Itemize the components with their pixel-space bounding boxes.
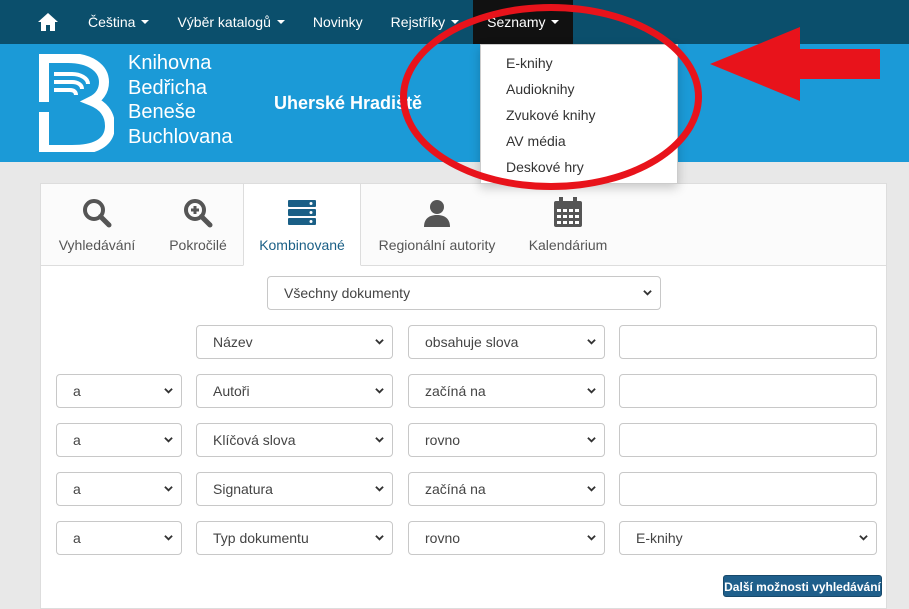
library-name-line: Beneše [128,101,196,123]
search-tabs: Vyhledávání Pokročilé Kombinované Region… [41,183,886,266]
condition-select-value: začíná na [425,383,486,399]
calendar-icon [554,197,582,227]
chevron-down-icon [375,535,384,541]
chevron-down-icon [164,388,173,394]
operator-select-value: a [73,530,81,546]
user-icon [424,200,450,227]
field-select-value: Typ dokumentu [213,530,309,546]
chevron-down-icon [164,486,173,492]
search-panel: Vyhledávání Pokročilé Kombinované Region… [40,183,887,609]
nav-catalog-label: Výběr katalogů [177,14,271,30]
nav-catalog-select[interactable]: Výběr katalogů [163,0,298,44]
search-icon [83,199,112,228]
tab-simple-search[interactable]: Vyhledávání [41,184,153,266]
chevron-down-icon [375,388,384,394]
search-term-input[interactable] [619,325,877,359]
condition-select[interactable]: začíná na [408,374,605,408]
zoom-in-icon [184,199,213,228]
tab-calendar[interactable]: Kalendárium [513,184,623,266]
chevron-down-icon [643,290,652,296]
caret-down-icon [141,20,150,24]
condition-select[interactable]: obsahuje slova [408,325,605,359]
condition-select[interactable]: rovno [408,521,605,555]
operator-select[interactable]: a [56,521,182,555]
operator-select[interactable]: a [56,423,182,457]
tab-label: Pokročilé [169,237,227,253]
highlight-ellipse [400,4,702,190]
field-select[interactable]: Typ dokumentu [196,521,393,555]
field-select[interactable]: Autoři [196,374,393,408]
search-term-input[interactable] [619,374,877,408]
operator-select[interactable]: a [56,374,182,408]
server-icon [288,200,316,225]
library-logo[interactable] [38,53,116,155]
nav-indexes-label: Rejstříky [390,14,446,30]
operator-select[interactable]: a [56,472,182,506]
chevron-down-icon [587,535,596,541]
value-select-value: E-knihy [636,530,683,546]
field-select-value: Autoři [213,383,250,399]
chevron-down-icon [859,535,868,541]
condition-select-value: obsahuje slova [425,334,519,350]
arrow-left-icon [710,27,880,101]
chevron-down-icon [587,486,596,492]
field-select-value: Klíčová slova [213,432,296,448]
chevron-down-icon [587,339,596,345]
tab-label: Regionální autority [378,237,496,253]
search-term-input[interactable] [619,423,877,457]
tab-combined[interactable]: Kombinované [243,183,361,266]
search-term-input[interactable] [619,472,877,506]
nav-news-label: Novinky [312,14,363,30]
chevron-down-icon [587,437,596,443]
nav-language[interactable]: Čeština [74,0,163,44]
library-name-line: Buchlovana [128,125,233,148]
tab-label: Vyhledávání [58,237,136,253]
more-search-options-button[interactable]: Další možnosti vyhledávání [723,575,882,597]
tab-label: Kalendárium [528,237,608,253]
field-select[interactable]: Klíčová slova [196,423,393,457]
condition-select[interactable]: rovno [408,423,605,457]
field-select-value: Název [213,334,253,350]
chevron-down-icon [164,535,173,541]
caret-down-icon [276,20,285,24]
document-type-select[interactable]: Všechny dokumenty [267,276,661,310]
chevron-down-icon [164,437,173,443]
field-select-value: Signatura [213,481,273,497]
condition-select-value: rovno [425,432,461,448]
field-select[interactable]: Signatura [196,472,393,506]
chevron-down-icon [375,486,384,492]
value-select[interactable]: E-knihy [619,521,877,555]
library-name-line: Knihovna [128,52,212,74]
condition-select-value: rovno [425,530,461,546]
field-select[interactable]: Název [196,325,393,359]
chevron-down-icon [587,388,596,394]
nav-news[interactable]: Novinky [299,0,377,44]
tab-advanced[interactable]: Pokročilé [153,184,243,266]
operator-select-value: a [73,383,81,399]
chevron-down-icon [375,339,384,345]
tab-regional-authorities[interactable]: Regionální autority [361,184,513,266]
chevron-down-icon [375,437,384,443]
home-icon[interactable] [28,0,68,44]
library-name: Knihovna Bedřicha Beneše Buchlovana [128,51,233,149]
library-name-line: Bedřicha [128,76,207,99]
operator-select-value: a [73,432,81,448]
tab-label: Kombinované [259,237,345,253]
condition-select-value: začíná na [425,481,486,497]
nav-language-label: Čeština [88,14,136,30]
condition-select[interactable]: začíná na [408,472,605,506]
operator-select-value: a [73,481,81,497]
document-type-value: Všechny dokumenty [284,285,411,301]
